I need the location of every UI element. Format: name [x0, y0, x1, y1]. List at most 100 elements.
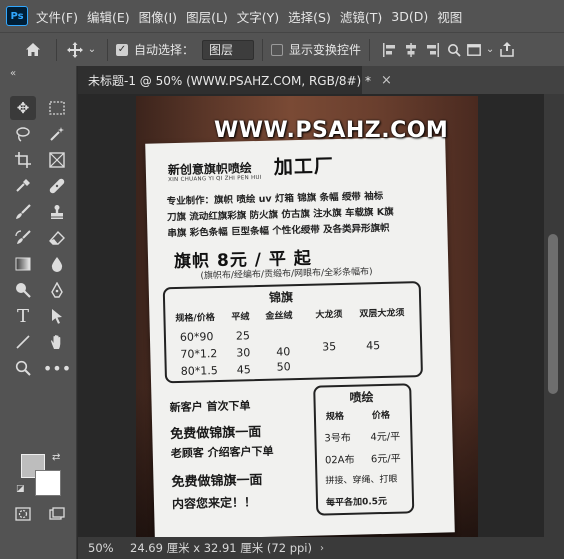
tools-panel: « ✥ T ••• ⇄ ◪ — [0, 66, 77, 559]
marquee-tool-icon[interactable] — [44, 96, 70, 120]
spray-row-2-price: 6元/平 — [370, 453, 401, 466]
eraser-tool-icon[interactable] — [44, 226, 70, 250]
pennant-row-2-flannel: 30 — [236, 346, 251, 360]
line-tool-icon[interactable] — [10, 330, 36, 354]
lasso-tool-icon[interactable] — [10, 122, 36, 146]
align-center-icon[interactable] — [400, 42, 422, 57]
poster-price-note: (旗帜布/经编布/贡缎布/网眼布/全彩条幅布) — [200, 267, 373, 282]
home-icon[interactable] — [18, 42, 48, 57]
auto-select-label: 自动选择： — [134, 43, 195, 57]
collapse-panel-icon[interactable]: « — [10, 68, 16, 79]
align-right-icon[interactable] — [422, 42, 444, 57]
promo-new-customer: 新客户 首次下单 — [169, 399, 251, 415]
background-color-swatch[interactable] — [35, 470, 61, 496]
pennant-title: 锦旗 — [268, 290, 294, 305]
auto-select-target-dropdown[interactable]: 图层 — [202, 39, 255, 60]
options-bar: ⌄ ✓ 自动选择： 图层 显示变换控件 ⌄ — [0, 32, 564, 66]
pennant-row-2-spec: 70*1.2 — [180, 347, 218, 361]
menu-layer[interactable]: 图层(L) — [186, 7, 228, 26]
document-tab-bar: 未标题-1 @ 50% (WWW.PSAHZ.COM, RGB/8#) * × — [78, 66, 564, 94]
gradient-tool-icon[interactable] — [10, 252, 36, 276]
zoom-level-field[interactable]: 50% — [78, 541, 120, 555]
show-transform-label: 显示变换控件 — [289, 43, 362, 57]
promo-content-choice: 内容您来定！！ — [171, 495, 257, 512]
document-size-info: 24.69 厘米 x 32.91 厘米 (72 ppi) — [130, 541, 312, 555]
clone-stamp-tool-icon[interactable] — [44, 200, 70, 224]
share-icon[interactable] — [496, 42, 518, 57]
workspace-icon[interactable] — [464, 43, 484, 56]
frame-tool-icon[interactable] — [44, 148, 70, 172]
status-menu-chevron-icon[interactable]: › — [320, 543, 324, 554]
pennant-row-3-flannel: 45 — [236, 363, 251, 377]
menu-image[interactable]: 图像(I) — [139, 7, 177, 26]
spray-title: 喷绘 — [349, 390, 374, 405]
separator — [369, 38, 371, 61]
separator — [262, 38, 264, 61]
dodge-tool-icon[interactable] — [10, 278, 36, 302]
spray-row-1-spec: 3号布 — [324, 432, 351, 445]
pen-tool-icon[interactable] — [44, 278, 70, 302]
pennant-row-1-spec: 60*90 — [179, 330, 214, 344]
search-icon[interactable] — [444, 43, 464, 57]
separator — [56, 38, 57, 61]
type-tool-icon[interactable]: T — [10, 304, 36, 328]
history-brush-tool-icon[interactable] — [10, 226, 36, 250]
menu-3d[interactable]: 3D(D) — [391, 9, 428, 24]
vertical-scrollbar-thumb[interactable] — [548, 234, 558, 394]
spray-row-1-price: 4元/平 — [370, 431, 401, 444]
menu-filter[interactable]: 滤镜(T) — [340, 7, 382, 26]
spray-header-spec: 规格 — [325, 411, 345, 423]
poster-title-big: 加工厂 — [273, 155, 335, 179]
more-tools-icon[interactable]: ••• — [43, 356, 71, 380]
close-icon[interactable]: × — [381, 73, 392, 88]
menu-file[interactable]: 文件(F) — [36, 7, 78, 26]
watermark-text: WWW.PSAHZ.COM — [214, 118, 449, 143]
healing-brush-tool-icon[interactable] — [44, 174, 70, 198]
promo-free-pennant-1: 免费做锦旗一面 — [170, 424, 262, 443]
spray-note-finishing: 拼接、穿绳、打眼 — [325, 474, 398, 487]
pennant-price-table: 锦旗 规格/价格 平绒 金丝绒 大龙须 双层大龙须 60*90 25 70*1.… — [162, 281, 423, 384]
crop-tool-icon[interactable] — [10, 148, 36, 172]
menu-type[interactable]: 文字(Y) — [237, 7, 279, 26]
align-left-icon[interactable] — [378, 42, 400, 57]
poster-paper: 新创意旗帜喷绘 XIN CHUANG YI QI ZHI PEN HUI 加工厂… — [145, 136, 455, 537]
pennant-row-3-spec: 80*1.5 — [180, 364, 218, 378]
blur-tool-icon[interactable] — [44, 252, 70, 276]
magic-wand-tool-icon[interactable] — [44, 122, 70, 146]
poster-pinyin: XIN CHUANG YI QI ZHI PEN HUI — [168, 174, 262, 184]
move-icon[interactable] — [65, 41, 85, 58]
vertical-scrollbar[interactable] — [544, 94, 564, 537]
default-colors-icon[interactable]: ◪ — [16, 484, 25, 494]
pennant-row-1-flannel: 25 — [235, 329, 251, 343]
quick-mask-icon[interactable] — [10, 502, 36, 526]
eyedropper-tool-icon[interactable] — [10, 174, 36, 198]
path-selection-tool-icon[interactable] — [44, 304, 70, 328]
pennant-header-gold-velvet: 金丝绒 — [265, 311, 293, 322]
menu-select[interactable]: 选择(S) — [288, 7, 331, 26]
auto-select-checkbox[interactable]: ✓ — [116, 43, 128, 56]
pennant-row-2-gold-velvet: 40 — [276, 345, 291, 359]
menu-edit[interactable]: 编辑(E) — [87, 7, 130, 26]
hand-tool-icon[interactable] — [44, 330, 70, 354]
spray-price-table: 喷绘 规格 价格 3号布 4元/平 02A布 6元/平 拼接、穿绳、打眼 每平各… — [313, 383, 415, 516]
move-tool-icon[interactable]: ✥ — [10, 96, 36, 120]
pennant-row-2-double-fringe: 45 — [366, 339, 381, 353]
zoom-tool-icon[interactable] — [10, 356, 36, 380]
canvas-area[interactable]: 新创意旗帜喷绘 XIN CHUANG YI QI ZHI PEN HUI 加工厂… — [78, 94, 544, 537]
promo-referral: 老顾客 介绍客户下单 — [170, 444, 274, 461]
brush-tool-icon[interactable] — [10, 200, 36, 224]
pennant-row-2-fringe: 35 — [322, 340, 337, 354]
pennant-row-3-gold-velvet: 50 — [276, 360, 291, 374]
tool-preset-chevron-down-icon[interactable]: ⌄ — [85, 44, 99, 55]
document-image: 新创意旗帜喷绘 XIN CHUANG YI QI ZHI PEN HUI 加工厂… — [136, 96, 478, 537]
menu-bar: Ps 文件(F) 编辑(E) 图像(I) 图层(L) 文字(Y) 选择(S) 滤… — [0, 0, 564, 32]
photoshop-logo-icon[interactable]: Ps — [6, 6, 28, 26]
document-tab[interactable]: 未标题-1 @ 50% (WWW.PSAHZ.COM, RGB/8#) * × — [78, 66, 392, 94]
screen-mode-icon[interactable] — [44, 502, 70, 526]
workspace-chevron-down-icon[interactable]: ⌄ — [484, 44, 496, 55]
swap-colors-icon[interactable]: ⇄ — [52, 452, 60, 463]
status-bar: 50% 24.69 厘米 x 32.91 厘米 (72 ppi) › — [78, 537, 564, 559]
show-transform-checkbox[interactable] — [271, 43, 284, 56]
auto-select-target-value: 图层 — [209, 43, 234, 57]
menu-view[interactable]: 视图 — [437, 7, 462, 26]
